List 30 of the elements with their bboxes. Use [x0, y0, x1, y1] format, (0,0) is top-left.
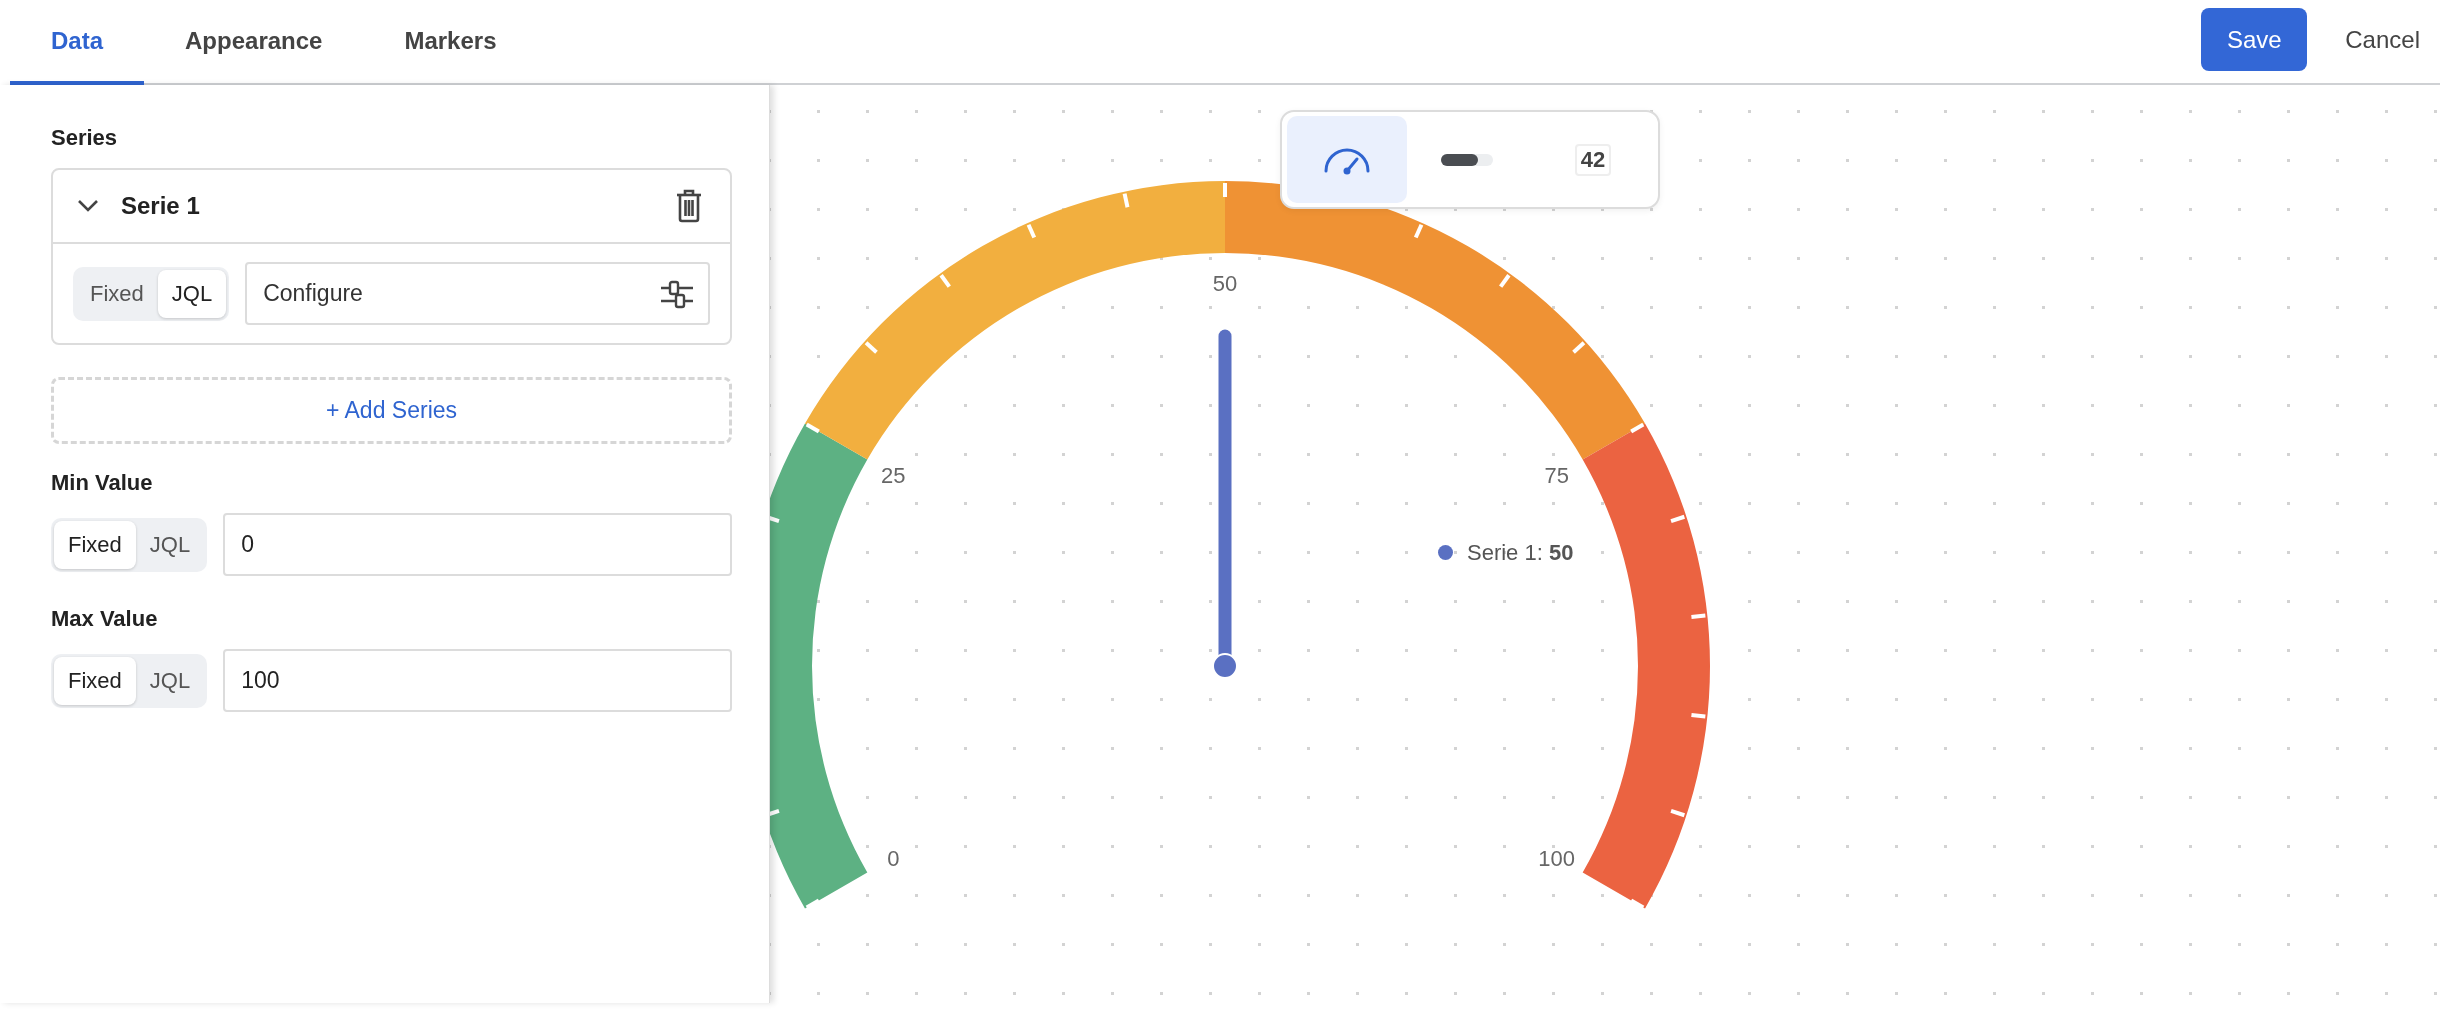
- section-label: Series: [51, 124, 119, 152]
- mode-option[interactable]: JQL: [135, 520, 205, 569]
- sliders-icon: [660, 278, 694, 309]
- bar-icon: [1441, 153, 1493, 166]
- legend-label: Serie 1: 50: [1467, 539, 1574, 567]
- tab[interactable]: Appearance: [144, 0, 364, 85]
- add-series-button[interactable]: + Add Series: [51, 377, 732, 444]
- tick-label: 75: [1544, 462, 1569, 488]
- save-button[interactable]: Save: [2201, 8, 2308, 71]
- value-field[interactable]: 100: [223, 649, 732, 712]
- tick-label: 100: [1538, 845, 1576, 871]
- chevron-down-icon[interactable]: [77, 199, 99, 213]
- tick-label: 0: [887, 845, 900, 871]
- mode-option[interactable]: Fixed: [54, 520, 136, 569]
- series-name: Serie 1: [121, 191, 200, 221]
- configure-button[interactable]: Configure: [245, 262, 710, 325]
- tick-label: 25: [881, 462, 906, 488]
- number-view-button[interactable]: 42: [1533, 116, 1653, 203]
- mode-option[interactable]: JQL: [135, 656, 205, 705]
- field-label: Min Value: [51, 469, 154, 497]
- tick-label: 50: [1212, 271, 1238, 296]
- tab[interactable]: Markers: [363, 0, 538, 85]
- field-label: Max Value: [51, 605, 159, 633]
- mode-option[interactable]: JQL: [157, 269, 227, 318]
- trash-icon[interactable]: [676, 189, 702, 223]
- cancel-button[interactable]: Cancel: [2307, 21, 2440, 58]
- view-button[interactable]: [1287, 116, 1407, 203]
- mode-option[interactable]: Fixed: [76, 269, 158, 318]
- mode-option[interactable]: Fixed: [54, 656, 136, 705]
- value-field[interactable]: 0: [223, 513, 732, 576]
